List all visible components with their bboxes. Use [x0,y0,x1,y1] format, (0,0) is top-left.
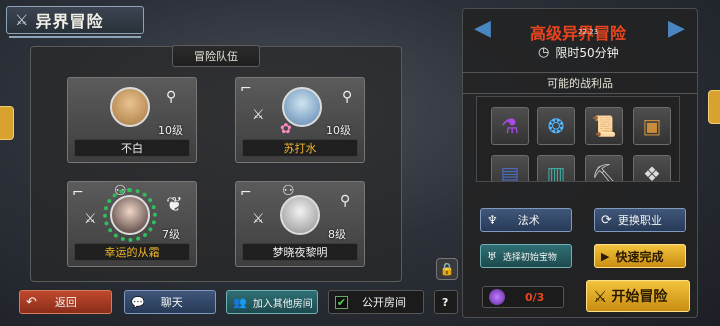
scroll-icon[interactable]: 📜 [585,107,623,145]
team-header: 冒险队伍 [172,45,260,67]
mask-icon[interactable]: ❖ [633,155,671,181]
page-title: 异界冒险 [35,12,104,31]
member-level: 10级 [326,124,351,137]
sword-icon: ⚔ [252,107,265,123]
public-room-checkbox[interactable]: ✔ [335,295,348,309]
wings-icon: ❦ [166,192,183,216]
avatar [110,195,150,235]
prev-arrow-icon[interactable]: ◀ [474,16,491,41]
right-side-tab[interactable] [708,90,720,124]
help-button[interactable]: ? [434,290,458,314]
chat-bubble-icon: 💬 [131,295,145,309]
join-room-button[interactable]: 👥 加入其他房间 [226,290,318,314]
join-room-label: 加入其他房间 [252,298,313,310]
time-limit: ◷ 限时50分钟 [538,44,619,61]
teal-chest-icon[interactable]: ▥ [537,155,575,181]
attempt-counter: 0/3 [482,286,564,308]
clock-icon: ◷ [538,45,550,60]
public-room-label: 公开房间 [362,296,406,309]
boot-icon: ⌐ [240,81,252,97]
avatar [110,87,150,127]
member-card-3[interactable]: ⌐ ⚇ ⚔ ❦ 7级 幸运的从霜 [67,181,197,267]
crossed-swords-icon: ⚔ [15,11,30,29]
treasure-chest-icon[interactable]: ▣ [633,107,671,145]
boot-icon: ⌐ [240,185,252,201]
member-level: 10级 [158,124,183,137]
loot-header: 可能的战利品 [462,72,698,94]
member-card-4[interactable]: ⌐ ⚇ ⚔ ⚲ 8级 梦晓夜黎明 [235,181,365,267]
member-card-1[interactable]: ⚲ 10级 不白 [67,77,197,163]
chat-button[interactable]: 💬 聊天 [124,290,216,314]
change-job-button[interactable]: ⟳ 更换职业 [594,208,686,232]
counter-label: 0/3 [525,290,545,304]
treasure-icon: ♅ [487,249,497,263]
clock-overlay: 22:23 [578,28,599,36]
purple-gem-icon [489,289,505,305]
magic-button[interactable]: ♆ 法术 [480,208,572,232]
return-arrow-icon: ↶ [26,294,37,310]
magic-label: 法术 [517,214,540,227]
blue-orb-icon[interactable]: ❂ [537,107,575,145]
member-level: 7级 [162,228,180,241]
member-name: 幸运的从霜 [74,243,190,261]
crossed-swords-icon: ⚔ [593,286,608,306]
avatar [280,195,320,235]
member-card-2[interactable]: ⌐ ⚔ ✿ ⚲ 10级 苏打水 [235,77,365,163]
sword-icon: ⚔ [252,211,265,227]
quick-finish-label: 快速完成 [615,249,664,264]
change-job-label: 更换职业 [617,214,662,227]
loot-grid[interactable]: ⚗ ❂ 📜 ▣ ▤ ▥ ⛏ ❖ [476,96,680,182]
staff-icon: ⚲ [166,89,177,105]
quick-finish-button[interactable]: ▶ 快速完成 [594,244,686,268]
purple-potion-icon[interactable]: ⚗ [491,107,529,145]
choose-treasure-label: 选择初始宝物 [502,252,557,263]
member-name: 梦晓夜黎明 [242,243,358,261]
back-label: 返回 [54,296,77,309]
start-adventure-label: 开始冒险 [611,289,668,305]
magic-icon: ♆ [487,213,498,227]
refresh-icon: ⟳ [601,212,612,228]
start-adventure-button[interactable]: ⚔ 开始冒险 [586,280,690,312]
member-name: 苏打水 [242,139,358,157]
left-side-tab[interactable] [0,106,14,140]
choose-treasure-button[interactable]: ♅ 选择初始宝物 [480,244,572,268]
sword-icon: ⚔ [84,211,97,227]
back-button[interactable]: ↶ 返回 [19,290,112,314]
play-icon: ▶ [601,249,610,263]
member-name: 不白 [74,139,190,157]
help-label: ? [442,295,449,309]
title-bar: ⚔ 异界冒险 [6,6,144,38]
time-limit-label: 限时50分钟 [555,46,619,60]
blue-chest-icon[interactable]: ▤ [491,155,529,181]
member-level: 8级 [328,228,346,241]
public-room-toggle[interactable]: ✔ 公开房间 [328,290,424,314]
next-arrow-icon[interactable]: ▶ [668,16,685,41]
staff-icon: ⚲ [340,193,351,209]
staff-icon: ⚲ [342,89,353,105]
lock-icon[interactable]: 🔒 [436,258,458,280]
pickaxe-icon[interactable]: ⛏ [585,155,623,181]
boot-icon: ⌐ [72,185,84,201]
flower-icon: ✿ [280,121,292,137]
group-icon: 👥 [233,295,247,309]
chat-label: 聊天 [160,296,183,309]
